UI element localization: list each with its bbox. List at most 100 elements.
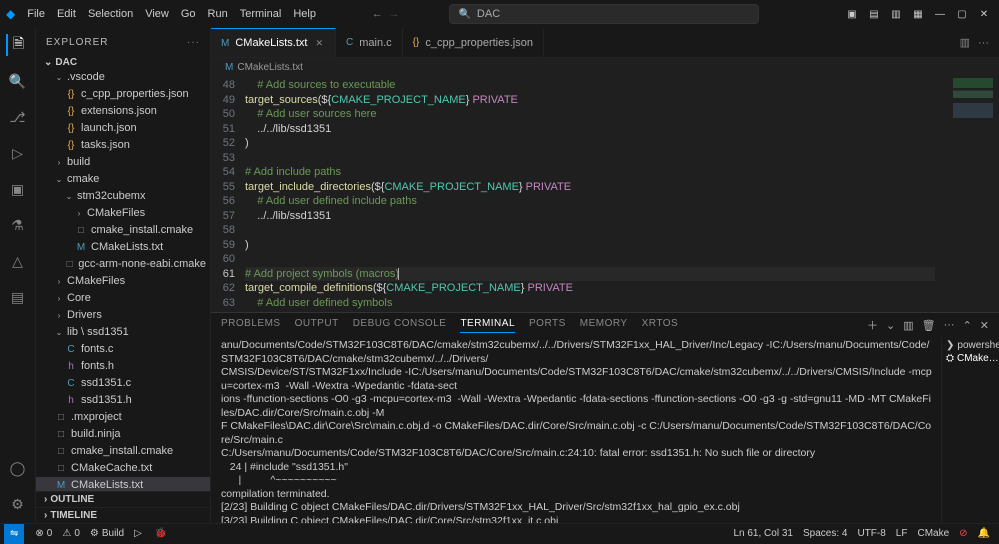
menu-selection[interactable]: Selection <box>82 8 139 20</box>
file-item[interactable]: □.mxproject <box>36 409 210 426</box>
folder-item[interactable]: ⌄stm32cubemx <box>36 188 210 205</box>
menu-terminal[interactable]: Terminal <box>234 8 288 20</box>
minimize-icon[interactable]: — <box>931 5 949 23</box>
editor-tab[interactable]: Cmain.c <box>336 28 403 57</box>
more-actions-icon[interactable]: ··· <box>978 37 989 49</box>
file-item[interactable]: □build.ninja <box>36 426 210 443</box>
terminal-instance[interactable]: ⛭CMake…● <box>946 352 995 365</box>
menu-help[interactable]: Help <box>287 8 322 20</box>
panel-tab-debug-console[interactable]: DEBUG CONSOLE <box>353 318 447 333</box>
close-panel-icon[interactable]: ✕ <box>980 319 989 332</box>
file-item[interactable]: □gcc-arm-none-eabi.cmake <box>36 256 210 273</box>
file-item[interactable]: □cmake_install.cmake <box>36 443 210 460</box>
status-item[interactable]: Spaces: 4 <box>798 528 852 539</box>
menu-edit[interactable]: Edit <box>51 8 82 20</box>
folder-item[interactable]: ⌄lib \ ssd1351 <box>36 324 210 341</box>
memory-activity-icon[interactable]: ▤ <box>7 286 29 308</box>
status-item[interactable]: ⊗0 <box>30 528 57 539</box>
folder-item[interactable]: ⌄cmake <box>36 171 210 188</box>
maximize-icon[interactable]: ▢ <box>953 5 971 23</box>
status-item[interactable]: UTF-8 <box>852 528 890 539</box>
split-terminal-icon[interactable]: ▥ <box>903 319 913 332</box>
panel-tab-ports[interactable]: PORTS <box>529 318 566 333</box>
panel-tab-memory[interactable]: MEMORY <box>580 318 628 333</box>
new-terminal-icon[interactable]: ＋ <box>867 317 878 333</box>
panel-tab-xrtos[interactable]: XRTOS <box>642 318 679 333</box>
layout-custom-icon[interactable]: ▦ <box>909 5 927 23</box>
menu-view[interactable]: View <box>139 8 175 20</box>
split-editor-icon[interactable]: ▥ <box>960 36 970 49</box>
status-item[interactable]: ⚙Build <box>85 528 129 539</box>
menu-run[interactable]: Run <box>202 8 234 20</box>
nav-fwd-icon[interactable]: → <box>389 8 400 20</box>
file-item[interactable]: MCMakeLists.txt <box>36 239 210 256</box>
close-window-icon[interactable]: ✕ <box>975 5 993 23</box>
settings-gear-icon[interactable]: ⚙ <box>7 493 29 515</box>
terminal-output[interactable]: anu/Documents/Code/STM32F103C8T6/DAC/cma… <box>211 337 941 523</box>
status-item[interactable]: ⊘ <box>954 528 972 539</box>
status-item[interactable]: 🐞 <box>150 528 175 539</box>
status-item[interactable]: Ln 61, Col 31 <box>728 528 798 539</box>
cmake-activity-icon[interactable]: △ <box>7 250 29 272</box>
code-content[interactable]: # Add sources to executabletarget_source… <box>245 76 935 312</box>
folder-item[interactable]: ›CMakeFiles <box>36 273 210 290</box>
accounts-icon[interactable]: ◯ <box>7 457 29 479</box>
editor[interactable]: 4849505152535455565758596061626364656667… <box>211 76 999 312</box>
file-item[interactable]: Cfonts.c <box>36 341 210 358</box>
editor-tab[interactable]: {}c_cpp_properties.json <box>403 28 544 57</box>
file-item[interactable]: {}extensions.json <box>36 103 210 120</box>
command-center[interactable]: 🔍 DAC <box>449 4 759 24</box>
file-tree[interactable]: ⌄ DAC ⌄.vscode{}c_cpp_properties.json{}e… <box>36 56 210 491</box>
search-activity-icon[interactable]: 🔍 <box>7 70 29 92</box>
layout-bottom-icon[interactable]: ▤ <box>865 5 883 23</box>
breadcrumb[interactable]: M CMakeLists.txt <box>211 58 999 76</box>
minimap[interactable] <box>935 76 999 312</box>
testing-activity-icon[interactable]: ⚗ <box>7 214 29 236</box>
file-item[interactable]: □cmake_install.cmake <box>36 222 210 239</box>
status-item[interactable]: 🔔 <box>973 528 995 539</box>
status-item[interactable]: LF <box>891 528 913 539</box>
file-item[interactable]: Cssd1351.c <box>36 375 210 392</box>
panel-tab-problems[interactable]: PROBLEMS <box>221 318 281 333</box>
explorer-activity-icon[interactable]: 🗎 <box>6 34 28 56</box>
status-item[interactable]: CMake <box>912 528 954 539</box>
scm-activity-icon[interactable]: ⎇ <box>7 106 29 128</box>
kill-terminal-icon[interactable]: 🗑 <box>922 319 936 332</box>
terminal-dropdown-icon[interactable]: ⌄ <box>886 319 895 332</box>
layout-left-icon[interactable]: ▣ <box>843 5 861 23</box>
workspace-root[interactable]: ⌄ DAC <box>36 56 210 69</box>
status-item[interactable]: ⚠0 <box>57 528 85 539</box>
maximize-panel-icon[interactable]: ⌃ <box>963 319 972 332</box>
sidebar-more-icon[interactable]: ··· <box>187 37 200 48</box>
timeline-section[interactable]: › TIMELINE <box>36 507 210 523</box>
folder-item[interactable]: ›CMakeFiles <box>36 205 210 222</box>
file-item[interactable]: {}c_cpp_properties.json <box>36 86 210 103</box>
debug-activity-icon[interactable]: ▷ <box>7 142 29 164</box>
editor-tab[interactable]: MCMakeLists.txt✕ <box>211 28 336 57</box>
layout-right-icon[interactable]: ▥ <box>887 5 905 23</box>
folder-item[interactable]: ›Core <box>36 290 210 307</box>
menu-file[interactable]: File <box>21 8 51 20</box>
terminal-list[interactable]: ❯powershell⛭CMake…● <box>941 337 999 523</box>
file-item[interactable]: hfonts.h <box>36 358 210 375</box>
file-item[interactable]: {}tasks.json <box>36 137 210 154</box>
close-tab-icon[interactable]: ✕ <box>313 38 325 49</box>
folder-item[interactable]: ⌄.vscode <box>36 69 210 86</box>
outline-section[interactable]: › OUTLINE <box>36 491 210 507</box>
folder-item[interactable]: ›Drivers <box>36 307 210 324</box>
file-icon: {} <box>413 37 420 48</box>
extensions-activity-icon[interactable]: ▣ <box>7 178 29 200</box>
panel-tab-output[interactable]: OUTPUT <box>295 318 339 333</box>
terminal-instance[interactable]: ❯powershell <box>946 339 995 352</box>
folder-item[interactable]: ›build <box>36 154 210 171</box>
status-item[interactable]: ▷ <box>129 528 150 539</box>
file-item[interactable]: □CMakeCache.txt <box>36 460 210 477</box>
file-item[interactable]: {}launch.json <box>36 120 210 137</box>
remote-indicator[interactable]: ⇋ <box>4 524 24 544</box>
menu-go[interactable]: Go <box>175 8 202 20</box>
more-icon[interactable]: ··· <box>944 319 955 331</box>
panel-tab-terminal[interactable]: TERMINAL <box>460 318 515 333</box>
nav-back-icon[interactable]: ← <box>372 8 383 20</box>
file-item[interactable]: hssd1351.h <box>36 392 210 409</box>
file-item[interactable]: MCMakeLists.txt <box>36 477 210 491</box>
